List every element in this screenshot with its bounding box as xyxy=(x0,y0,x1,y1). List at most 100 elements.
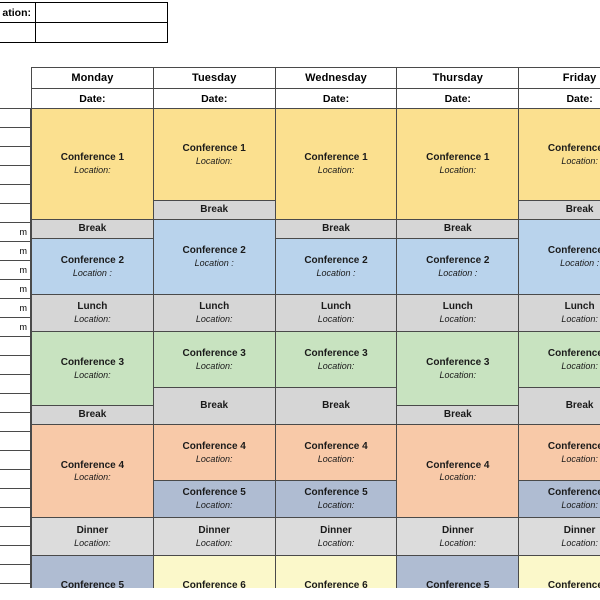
session-location-label[interactable]: Location: xyxy=(276,314,396,325)
session-cell[interactable]: Conference 3Location: xyxy=(274,331,398,388)
session-location-label[interactable]: Location: xyxy=(154,454,274,465)
session-location-label[interactable]: Location : xyxy=(276,268,396,279)
session-location-label[interactable]: Location: xyxy=(32,314,152,325)
session-location-label[interactable]: Location: xyxy=(154,314,274,325)
schedule-page: ation: mmmmmmm MondayTuesdayWednesdayThu… xyxy=(0,0,600,600)
session-cell[interactable]: Lunch Location: xyxy=(152,293,276,333)
session-cell[interactable]: Conference 4Location: xyxy=(518,424,600,481)
date-cell-tuesday[interactable]: Date: xyxy=(152,88,276,109)
session-cell[interactable]: Dinner Location: xyxy=(396,517,520,556)
session-location-label[interactable]: Location: xyxy=(398,472,518,483)
session-location-label[interactable]: Location: xyxy=(520,314,600,325)
session-cell[interactable]: Conference 5Location: xyxy=(152,479,276,519)
session-title: Break xyxy=(78,223,107,235)
session-title: Dinner xyxy=(198,524,231,536)
session-location-label[interactable]: Location : xyxy=(520,258,600,269)
session-cell[interactable]: Break xyxy=(274,219,398,240)
session-location-label[interactable]: Location: xyxy=(276,500,396,511)
time-label: m xyxy=(0,241,31,261)
session-location-label[interactable]: Location: xyxy=(520,454,600,465)
session-location-label[interactable]: Location: xyxy=(520,361,600,372)
session-cell[interactable]: Conference 2Location : xyxy=(518,219,600,295)
session-location-label[interactable]: Location: xyxy=(154,156,274,167)
session-cell[interactable]: Break xyxy=(31,405,154,426)
session-title: Break xyxy=(322,223,350,235)
session-location-label[interactable]: Location: xyxy=(154,500,274,511)
session-cell[interactable]: Break xyxy=(396,219,520,240)
day-header-friday: Friday xyxy=(518,67,600,89)
session-cell[interactable]: Conference 5Location: xyxy=(518,479,600,519)
time-label: m xyxy=(0,298,31,318)
session-location-label[interactable]: Location: xyxy=(276,165,396,176)
session-cell[interactable]: Lunch Location: xyxy=(396,293,520,333)
form-value-1[interactable] xyxy=(35,2,168,23)
session-cell[interactable]: Conference 3Location: xyxy=(396,331,520,407)
session-location-label[interactable]: Location: xyxy=(32,472,152,483)
session-location-label[interactable]: Location: xyxy=(276,454,396,465)
session-cell[interactable]: Conference 2Location : xyxy=(152,219,276,295)
session-cell[interactable]: Lunch Location: xyxy=(274,293,398,333)
session-cell[interactable]: Conference 4Location: xyxy=(396,424,520,519)
session-title: Dinner xyxy=(76,524,109,536)
session-cell[interactable]: Conference 2Location : xyxy=(274,238,398,295)
session-cell[interactable]: Break xyxy=(152,199,276,221)
session-title: Conference 3 xyxy=(547,347,600,359)
session-cell[interactable]: Dinner Location: xyxy=(274,517,398,556)
date-cell-wednesday[interactable]: Date: xyxy=(274,88,398,109)
session-cell[interactable]: Conference 1Location: xyxy=(396,107,520,221)
session-cell[interactable]: Dinner Location: xyxy=(518,517,600,556)
time-column: mmmmmmm xyxy=(0,108,31,600)
session-cell[interactable]: Conference 1Location: xyxy=(31,107,154,221)
date-cell-friday[interactable]: Date: xyxy=(518,88,600,109)
session-location-label[interactable]: Location: xyxy=(398,538,518,549)
session-location-label[interactable]: Location : xyxy=(154,258,274,269)
session-cell[interactable]: Conference 2Location : xyxy=(396,238,520,295)
session-cell[interactable]: Conference 3Location: xyxy=(31,331,154,407)
session-location-label[interactable]: Location: xyxy=(520,500,600,511)
session-location-label[interactable]: Location: xyxy=(276,538,396,549)
session-cell[interactable]: Conference 1Location: xyxy=(152,108,276,201)
session-cell[interactable]: Conference 4Location: xyxy=(274,424,398,481)
session-location-label[interactable]: Location: xyxy=(398,165,518,176)
session-title: Break xyxy=(322,400,350,412)
session-location-label[interactable]: Location: xyxy=(32,165,152,176)
session-cell[interactable]: Lunch Location: xyxy=(31,293,154,333)
session-cell[interactable]: Break xyxy=(152,386,276,426)
session-cell[interactable]: Break xyxy=(518,199,600,221)
bottom-strip xyxy=(0,588,600,600)
schedule-row: Conference 4 Location: Conference 4 Locatio… xyxy=(31,424,600,519)
session-cell[interactable]: Dinner Location: xyxy=(152,517,276,556)
session-cell[interactable]: Break xyxy=(31,219,154,240)
session-cell[interactable]: Lunch Location: xyxy=(518,293,600,333)
session-cell[interactable]: Break xyxy=(274,386,398,426)
session-cell[interactable]: Conference 4Location: xyxy=(31,424,154,519)
date-cell-monday[interactable]: Date: xyxy=(31,88,154,109)
session-location-label[interactable]: Location: xyxy=(398,370,518,381)
session-location-label[interactable]: Location: xyxy=(520,156,600,167)
session-cell[interactable]: Break xyxy=(518,386,600,426)
schedule-row: Conference 2 Location : Conference 2 Locati… xyxy=(31,238,600,295)
session-cell[interactable]: Conference 3Location: xyxy=(152,331,276,388)
session-cell[interactable]: Conference 2Location : xyxy=(31,238,154,295)
session-cell[interactable]: Break xyxy=(396,405,520,426)
time-row: m xyxy=(0,241,31,261)
session-location-label[interactable]: Location: xyxy=(32,538,152,549)
session-location-label[interactable]: Location: xyxy=(520,538,600,549)
session-title: Conference 2 xyxy=(182,245,246,257)
date-cell-thursday[interactable]: Date: xyxy=(396,88,520,109)
form-value-2[interactable] xyxy=(35,22,168,43)
session-location-label[interactable]: Location: xyxy=(154,538,274,549)
session-cell[interactable]: Conference 3 Location: xyxy=(518,331,600,388)
session-location-label[interactable]: Location : xyxy=(32,268,152,279)
session-cell[interactable]: Conference 1Location: xyxy=(518,108,600,201)
time-row xyxy=(0,545,31,565)
session-cell[interactable]: Conference 4Location: xyxy=(152,424,276,481)
session-cell[interactable]: Conference 1Location: xyxy=(274,107,398,221)
session-cell[interactable]: Conference 5Location: xyxy=(274,479,398,519)
session-location-label[interactable]: Location: xyxy=(398,314,518,325)
session-location-label[interactable]: Location : xyxy=(398,268,518,279)
session-location-label[interactable]: Location: xyxy=(276,361,396,372)
session-location-label[interactable]: Location: xyxy=(32,370,152,381)
session-cell[interactable]: Dinner Location: xyxy=(31,517,154,556)
session-location-label[interactable]: Location: xyxy=(154,361,274,372)
